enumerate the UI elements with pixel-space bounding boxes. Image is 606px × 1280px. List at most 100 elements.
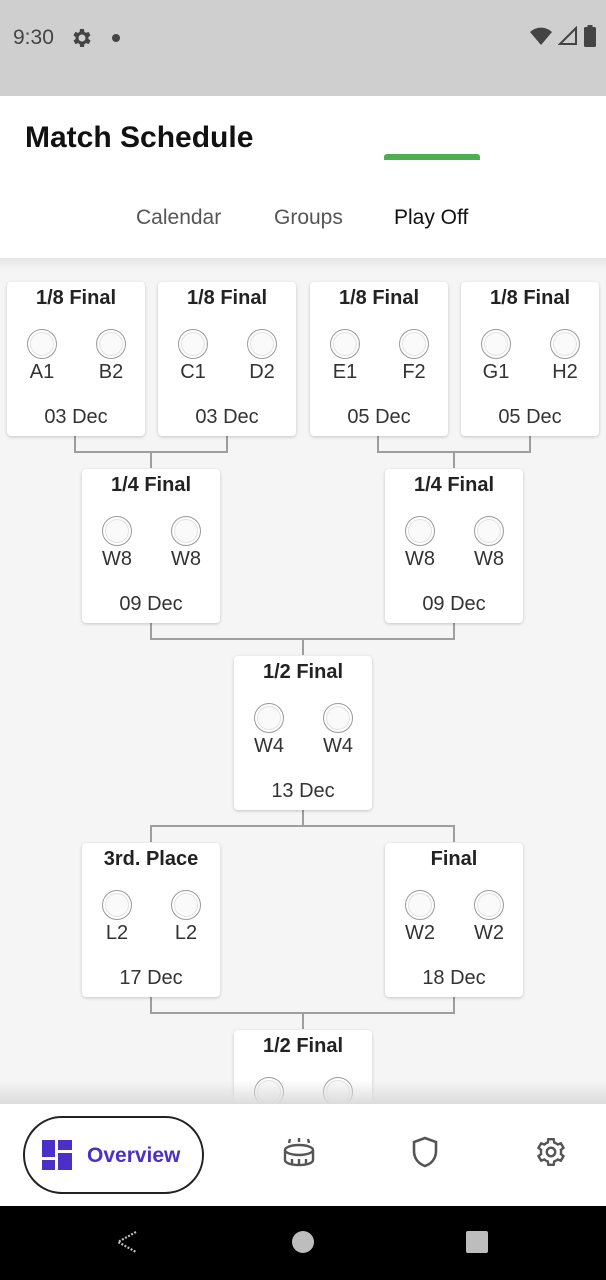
team-name: W2 [474,922,504,944]
team-name: W4 [323,735,353,757]
team-slot[interactable]: W4 [247,703,291,758]
match-title: 1/8 Final [186,287,268,309]
tab-bar: Calendar Groups Play Off [0,196,606,258]
team-name: W8 [405,548,435,570]
team-name: F2 [402,361,426,383]
team-slot[interactable]: D2 [240,329,284,384]
team-placeholder-icon [474,890,504,920]
team-slot[interactable]: W8 [164,516,208,571]
team-slot[interactable]: W2 [467,890,511,945]
team-slot[interactable]: W8 [95,516,139,571]
team-name: D2 [249,361,275,383]
dashboard-icon [42,1140,72,1170]
nav-settings-button[interactable] [531,1134,571,1174]
team-slot[interactable]: L2 [95,890,139,945]
team-placeholder-icon [330,329,360,359]
status-bar: 9:30 [0,0,606,96]
team-name: B2 [98,361,124,383]
match-date: 18 Dec [422,967,486,989]
team-name: L2 [174,922,198,944]
match-card-round-of-16-1[interactable]: 1/8 Final A1 B2 03 Dec [7,282,145,436]
match-card-round-of-16-3[interactable]: 1/8 Final E1 F2 05 Dec [310,282,448,436]
match-card-semi-final[interactable]: 1/2 Final W4 W4 13 Dec [234,656,372,810]
match-date: 09 Dec [422,593,486,615]
team-name: E1 [332,361,358,383]
team-name: W8 [171,548,201,570]
system-navigation-bar [0,1206,606,1280]
team-name: W4 [254,735,284,757]
team-name: H2 [552,361,578,383]
team-slot[interactable]: C1 [171,329,215,384]
match-title: 1/2 Final [262,661,344,683]
team-slot[interactable]: A1 [20,329,64,384]
match-title: 1/4 Final [110,474,192,496]
team-name: W8 [474,548,504,570]
cell-signal-icon [557,25,578,51]
match-card-quarter-final-1[interactable]: 1/4 Final W8 W8 09 Dec [82,469,220,623]
match-title: Final [430,848,478,870]
playoff-bracket[interactable]: 1/8 Final A1 B2 03 Dec 1/8 Final C1 D2 0… [0,258,606,1104]
team-placeholder-icon [481,329,511,359]
team-slot[interactable]: W8 [467,516,511,571]
match-title: 1/4 Final [413,474,495,496]
team-placeholder-icon [323,703,353,733]
match-card-third-place[interactable]: 3rd. Place L2 L2 17 Dec [82,843,220,997]
team-placeholder-icon [171,516,201,546]
home-button[interactable] [289,1230,317,1258]
team-slot[interactable]: W8 [398,516,442,571]
team-slot[interactable]: W4 [316,703,360,758]
team-slot[interactable]: B2 [89,329,133,384]
recents-button[interactable] [463,1230,491,1258]
match-card-final[interactable]: Final W2 W2 18 Dec [385,843,523,997]
team-placeholder-icon [171,890,201,920]
team-slot[interactable]: W2 [398,890,442,945]
team-name: W8 [102,548,132,570]
match-date: 03 Dec [44,406,108,428]
team-placeholder-icon [27,329,57,359]
match-title: 3rd. Place [103,848,199,870]
match-title: 1/8 Final [489,287,571,309]
match-date: 09 Dec [119,593,183,615]
team-name: A1 [29,361,55,383]
app-header: Match Schedule Calendar Groups Play Off [0,96,606,258]
back-triangle-icon [114,1229,140,1260]
nav-shield-button[interactable] [405,1134,445,1174]
shield-icon [412,1136,438,1173]
team-placeholder-icon [102,516,132,546]
match-card-quarter-final-2[interactable]: 1/4 Final W8 W8 09 Dec [385,469,523,623]
team-slot[interactable]: F2 [392,329,436,384]
nav-stadium-button[interactable] [279,1134,319,1174]
status-time: 9:30 [13,26,54,49]
team-placeholder-icon [399,329,429,359]
team-placeholder-icon [102,890,132,920]
match-title: 1/8 Final [35,287,117,309]
bottom-navigation: Overview [0,1104,606,1206]
team-name: C1 [180,361,206,383]
team-placeholder-icon [474,516,504,546]
team-placeholder-icon [247,329,277,359]
match-card-round-of-16-4[interactable]: 1/8 Final G1 H2 05 Dec [461,282,599,436]
match-title: 1/2 Final [262,1035,344,1057]
settings-gear-icon [535,1136,567,1173]
team-slot[interactable]: H2 [543,329,587,384]
team-slot[interactable]: G1 [474,329,518,384]
team-placeholder-icon [96,329,126,359]
team-name: G1 [482,361,510,383]
team-name: L2 [105,922,129,944]
team-name: W2 [405,922,435,944]
team-slot[interactable]: L2 [164,890,208,945]
bracket-top-shadow [0,258,606,270]
match-date: 05 Dec [347,406,411,428]
match-card-round-of-16-2[interactable]: 1/8 Final C1 D2 03 Dec [158,282,296,436]
back-button[interactable] [113,1230,141,1258]
nav-overview-button[interactable]: Overview [23,1116,204,1194]
page-title: Match Schedule [25,121,254,154]
team-placeholder-icon [405,890,435,920]
team-slot[interactable]: E1 [323,329,367,384]
tab-groups[interactable]: Groups [274,206,343,230]
stadium-icon [282,1137,316,1172]
active-tab-indicator [384,154,480,160]
tab-play-off[interactable]: Play Off [394,206,468,230]
recents-square-icon [464,1229,490,1260]
tab-calendar[interactable]: Calendar [136,206,221,230]
